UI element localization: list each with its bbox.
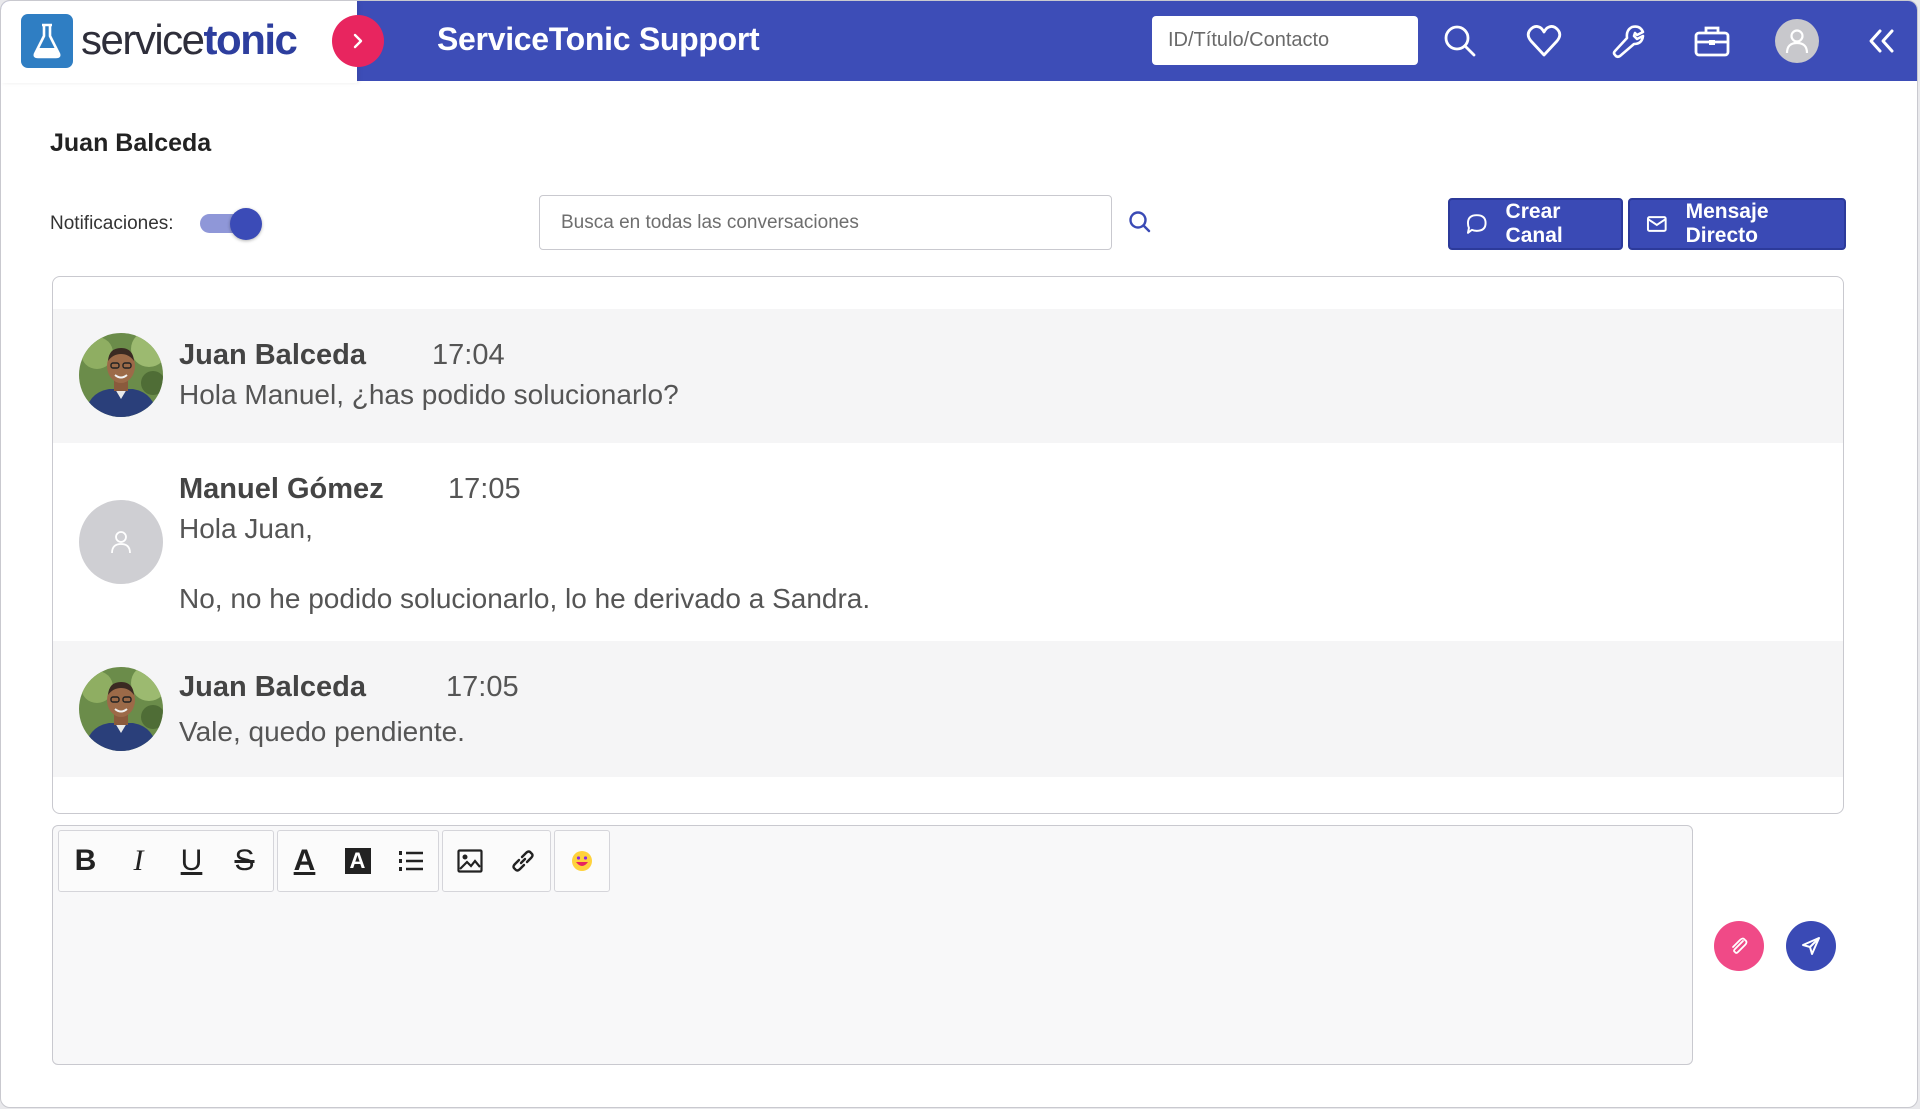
- message-list[interactable]: Juan Balceda 17:04 Hola Manuel, ¿has pod…: [52, 276, 1844, 814]
- message-author: Manuel Gómez: [179, 473, 384, 505]
- toolbar-format-group: B I U S: [58, 830, 274, 892]
- briefcase-icon: [1694, 26, 1730, 57]
- briefcase-button[interactable]: [1689, 18, 1735, 64]
- user-photo: [79, 333, 163, 417]
- link-icon: [511, 850, 534, 872]
- heart-icon: [1526, 25, 1562, 57]
- toggle-knob: [230, 208, 262, 240]
- attach-file-button[interactable]: [1714, 921, 1764, 971]
- chat-bubble-icon: [1466, 214, 1487, 234]
- message-author: Juan Balceda: [179, 339, 366, 371]
- notifications-toggle[interactable]: [200, 208, 262, 240]
- message-text: Hola Juan,: [179, 513, 313, 544]
- background-color-button[interactable]: A: [331, 831, 384, 891]
- envelope-icon: [1646, 216, 1667, 232]
- expand-menu-button[interactable]: [332, 15, 384, 67]
- user-avatar-juan: [79, 667, 163, 751]
- app-title: ServiceTonic Support: [437, 21, 760, 57]
- top-bar: servicetonic ServiceTonic Support: [1, 1, 1917, 83]
- toolbar-color-group: A A: [277, 830, 439, 892]
- underline-button[interactable]: U: [165, 831, 218, 891]
- direct-message-label: Mensaje Directo: [1685, 200, 1769, 247]
- message-time: 17:05: [446, 671, 519, 703]
- create-channel-button[interactable]: Crear Canal: [1448, 198, 1623, 250]
- user-avatar-manuel: [79, 500, 163, 584]
- bold-button[interactable]: B: [59, 831, 112, 891]
- toolbar-emoji-group: [554, 830, 610, 892]
- wrench-icon: [1612, 25, 1645, 59]
- chevron-right-icon: [353, 33, 363, 49]
- app-window: servicetonic ServiceTonic Support ID/Tít…: [0, 0, 1918, 1108]
- emoji-icon: [571, 851, 592, 871]
- ordered-list-icon: [398, 851, 423, 871]
- text-color-button[interactable]: A: [278, 831, 331, 891]
- tools-button[interactable]: [1605, 18, 1651, 64]
- user-profile-button[interactable]: [1775, 19, 1819, 63]
- brand-name-light: service: [81, 16, 205, 63]
- search-icon: [1444, 25, 1476, 57]
- message-time: 17:04: [432, 339, 505, 371]
- message-item: Manuel Gómez 17:05 Hola Juan, No, no he …: [53, 443, 1843, 641]
- message-item: Juan Balceda 17:04 Hola Manuel, ¿has pod…: [53, 309, 1843, 443]
- message-text: Vale, quedo pendiente.: [179, 716, 465, 747]
- brand-name-bold: tonic: [203, 16, 298, 63]
- numbered-list-button[interactable]: [384, 831, 437, 891]
- message-text: No, no he podido solucionarlo, lo he der…: [179, 583, 871, 614]
- favorites-button[interactable]: [1521, 18, 1567, 64]
- message-author: Juan Balceda: [179, 671, 366, 703]
- conversation-search-input[interactable]: [539, 195, 1112, 250]
- message-item: Juan Balceda 17:05 Vale, quedo pendiente…: [53, 641, 1843, 777]
- flask-logo-icon: [21, 14, 73, 68]
- send-icon: [1802, 937, 1820, 955]
- message-text: Hola Manuel, ¿has podido solucionarlo?: [179, 379, 679, 410]
- paperclip-icon: [1732, 937, 1748, 954]
- double-chevron-left-icon: [1869, 29, 1894, 53]
- conversation-search-button[interactable]: [1126, 208, 1154, 236]
- brand-area: servicetonic: [1, 1, 357, 83]
- user-avatar-juan: [79, 333, 163, 417]
- page-title: Juan Balceda: [50, 129, 212, 157]
- toolbar-insert-group: [442, 830, 551, 892]
- insert-image-button[interactable]: [443, 831, 496, 891]
- brand-wordmark: servicetonic: [81, 16, 298, 64]
- message-time: 17:05: [448, 473, 521, 505]
- search-icon: [1129, 211, 1151, 233]
- direct-message-button[interactable]: Mensaje Directo: [1628, 198, 1846, 250]
- user-icon: [1785, 29, 1809, 54]
- user-icon: [111, 531, 131, 554]
- image-icon: [456, 849, 483, 873]
- user-photo: [79, 667, 163, 751]
- italic-button[interactable]: I: [112, 831, 165, 891]
- send-message-button[interactable]: [1786, 921, 1836, 971]
- collapse-panel-button[interactable]: [1858, 18, 1904, 64]
- create-channel-label: Crear Canal: [1505, 200, 1563, 247]
- highlight-letter: A: [344, 848, 371, 874]
- notifications-label: Notificaciones:: [50, 213, 174, 234]
- search-button[interactable]: [1437, 18, 1483, 64]
- emoji-button[interactable]: [555, 831, 608, 891]
- ticket-search-input[interactable]: [1152, 16, 1418, 65]
- strikethrough-button[interactable]: S: [218, 831, 271, 891]
- insert-link-button[interactable]: [496, 831, 549, 891]
- message-editor[interactable]: B I U S A A: [52, 825, 1693, 1065]
